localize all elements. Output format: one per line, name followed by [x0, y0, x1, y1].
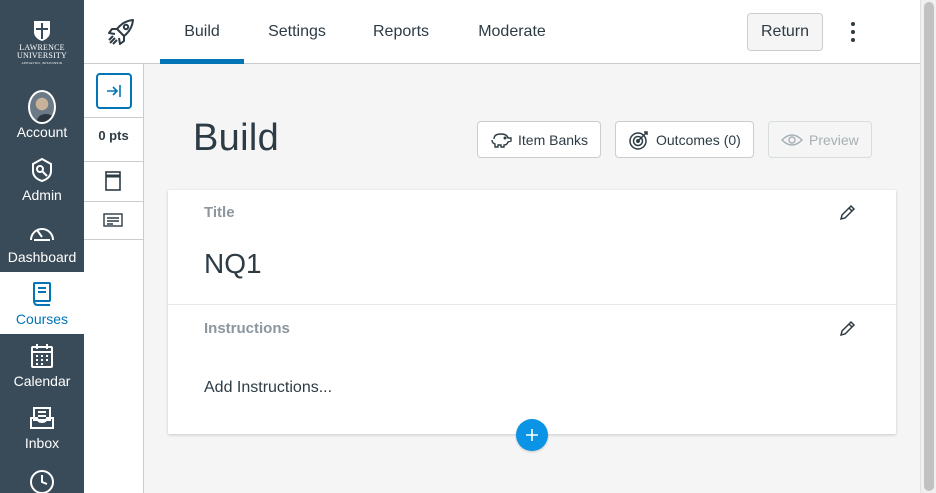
top-bar: Build Settings Reports Moderate Return	[84, 0, 920, 64]
add-question-button[interactable]	[516, 419, 548, 451]
page-scrollbar[interactable]	[920, 0, 936, 493]
outcomes-label: Outcomes (0)	[656, 131, 741, 148]
nav-item-label: Inbox	[24, 434, 60, 451]
page-title: Build	[193, 117, 279, 159]
divider	[84, 161, 143, 162]
clock-icon	[28, 468, 56, 493]
item-banks-label: Item Banks	[518, 131, 589, 148]
title-label: Title	[204, 204, 235, 221]
rocket-icon	[106, 17, 136, 47]
inbox-icon	[28, 404, 56, 432]
total-points: 0 pts	[98, 128, 129, 143]
instructions-label: Instructions	[204, 320, 290, 337]
nav-item-account[interactable]: Account	[0, 84, 84, 148]
divider	[84, 117, 143, 118]
preview-label: Preview	[809, 131, 859, 148]
edit-instructions-pencil-icon[interactable]	[836, 318, 858, 340]
outcomes-button[interactable]: Outcomes (0)	[615, 121, 754, 158]
nav-item-label: Account	[16, 123, 68, 140]
nav-item-history[interactable]	[0, 458, 84, 493]
divider	[84, 201, 143, 202]
target-icon	[628, 130, 650, 150]
nav-item-admin[interactable]: Admin	[0, 148, 84, 210]
piggy-bank-icon	[490, 130, 512, 150]
question-nav: 0 pts	[84, 64, 144, 493]
global-nav: LAWRENCE UNIVERSITY APPLETON, WISCONSIN …	[0, 0, 84, 493]
tab-reports[interactable]: Reports	[364, 0, 438, 64]
avatar	[28, 89, 56, 124]
quiz-title[interactable]: NQ1	[204, 248, 262, 280]
tab-moderate[interactable]: Moderate	[469, 0, 555, 64]
courses-icon	[28, 280, 56, 308]
quiz-title-icon[interactable]	[102, 170, 124, 192]
item-banks-button[interactable]: Item Banks	[477, 121, 602, 158]
expand-tray-button[interactable]	[96, 73, 132, 109]
calendar-icon	[28, 342, 56, 370]
scrollbar-thumb[interactable]	[924, 2, 934, 491]
edit-title-pencil-icon[interactable]	[836, 202, 858, 224]
divider	[84, 239, 143, 240]
eye-icon	[781, 130, 803, 150]
instructions-icon[interactable]	[102, 209, 124, 231]
dashboard-icon	[28, 218, 56, 246]
tab-settings[interactable]: Settings	[258, 0, 336, 64]
nav-item-label: Calendar	[13, 372, 71, 389]
nav-item-label: Admin	[22, 186, 62, 203]
nav-item-inbox[interactable]: Inbox	[0, 396, 84, 458]
school-name-line2: UNIVERSITY	[17, 50, 67, 60]
school-subline: APPLETON, WISCONSIN	[21, 60, 63, 65]
instructions-placeholder[interactable]: Add Instructions...	[204, 379, 332, 397]
nav-item-dashboard[interactable]: Dashboard	[0, 210, 84, 272]
expand-icon	[107, 85, 121, 97]
plus-icon	[526, 429, 538, 441]
return-button[interactable]: Return	[747, 13, 823, 51]
admin-icon	[28, 156, 56, 184]
nav-item-label: Courses	[15, 310, 69, 327]
nav-item-courses[interactable]: Courses	[0, 272, 84, 334]
more-options-icon[interactable]	[842, 20, 864, 44]
preview-button[interactable]: Preview	[768, 121, 872, 158]
tab-build[interactable]: Build	[160, 0, 244, 64]
nav-item-calendar[interactable]: Calendar	[0, 334, 84, 396]
account-avatar	[28, 89, 56, 124]
school-logo[interactable]: LAWRENCE UNIVERSITY APPLETON, WISCONSIN	[0, 0, 84, 84]
nav-item-label: Dashboard	[7, 248, 77, 265]
school-name: LAWRENCE UNIVERSITY	[17, 43, 67, 60]
shield-icon	[34, 20, 50, 41]
divider	[168, 304, 896, 305]
quiz-header-card: Title NQ1 Instructions Add Instructions.…	[168, 190, 896, 434]
